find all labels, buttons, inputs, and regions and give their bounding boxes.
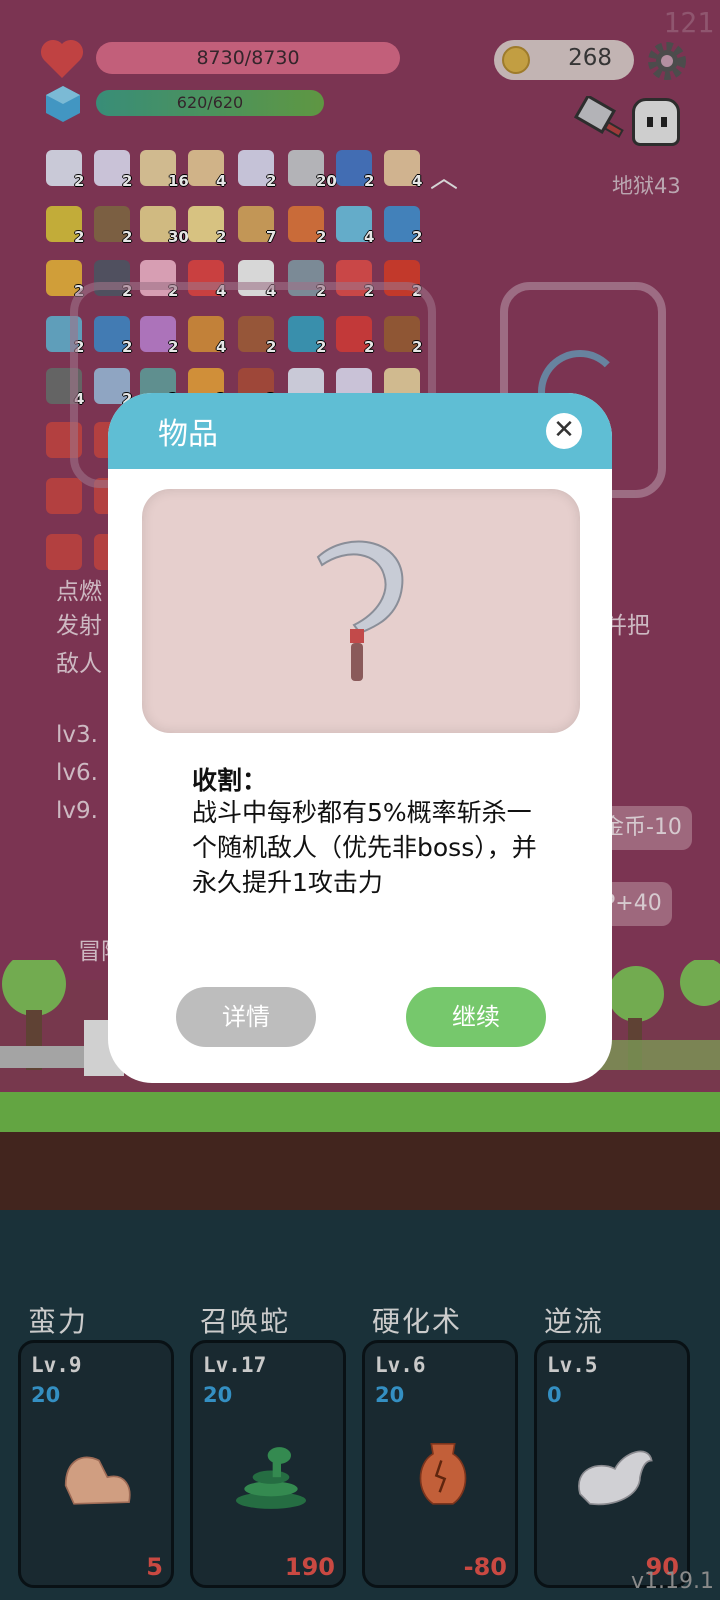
dialog-title: 物品 [158, 417, 218, 452]
details-button[interactable]: 详情 [176, 987, 316, 1047]
item-dialog: 物品 ✕ 收割： 战斗中每秒都有5%概率斩杀一个随机敌人（优先非boss），并永… [108, 393, 612, 1083]
close-button[interactable]: ✕ [546, 413, 582, 449]
sickle-icon [316, 540, 404, 681]
continue-button[interactable]: 继续 [406, 987, 546, 1047]
item-preview [142, 489, 580, 733]
close-icon: ✕ [553, 415, 575, 445]
item-name: 收割： [192, 766, 268, 795]
dialog-header: 物品 ✕ [108, 393, 612, 469]
item-description: 战斗中每秒都有5%概率斩杀一个随机敌人（优先非boss），并永久提升1攻击力 [192, 798, 537, 897]
